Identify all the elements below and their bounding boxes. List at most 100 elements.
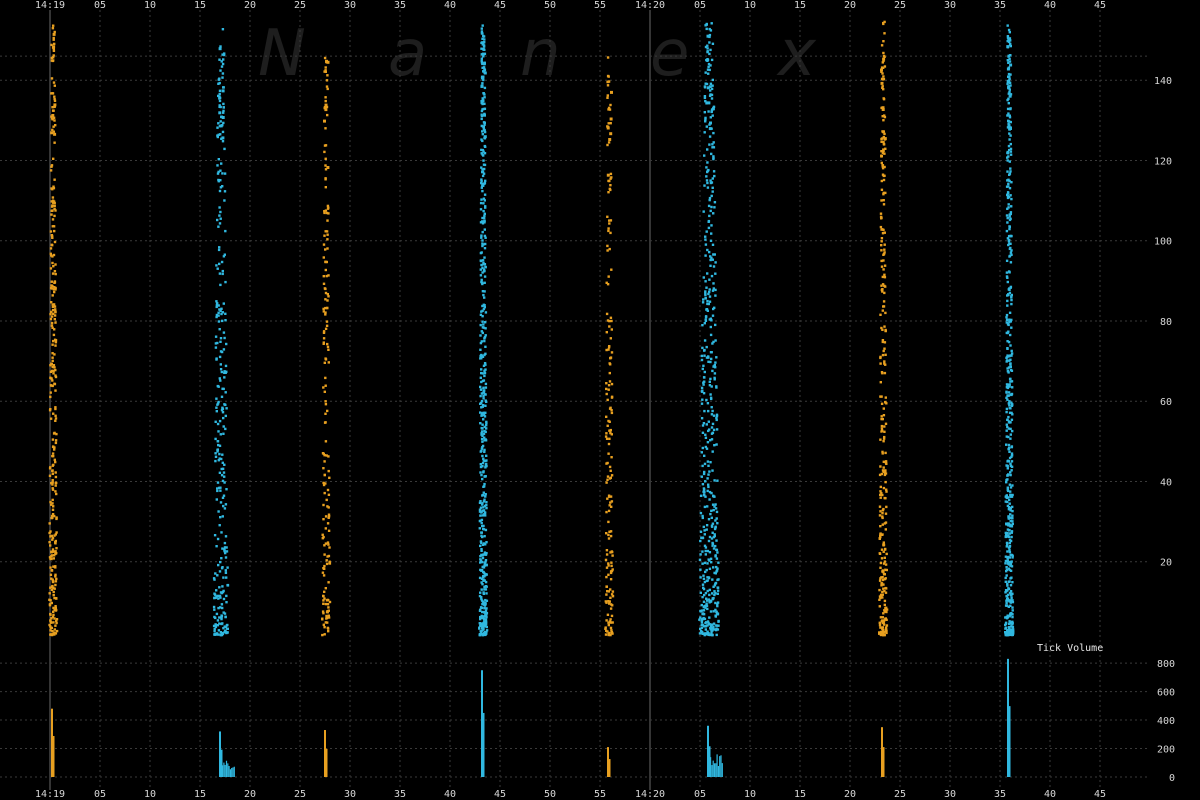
price-point [716,592,719,595]
price-point [879,532,882,535]
price-point [611,550,614,554]
price-point [481,99,485,103]
price-point [327,455,330,458]
price-point [481,230,484,234]
price-point [479,348,482,351]
price-point [214,346,218,349]
price-point [323,590,326,593]
price-point [606,94,609,97]
price-point [1011,615,1014,619]
price-point [481,239,484,242]
price-point [216,481,220,484]
price-point [51,356,54,359]
price-point [607,229,610,233]
price-point [707,558,710,561]
price-point [53,596,56,600]
price-point [51,106,54,109]
price-point [218,328,221,331]
volume-bar [324,730,326,777]
price-point [220,457,223,461]
tick-chart: Nanex 14:1914:19050510101515202025253030… [0,0,1175,800]
price-point [1006,98,1009,102]
price-point [707,485,710,489]
price-point [884,469,887,472]
price-point [609,571,613,575]
price-point [51,272,55,275]
price-point [607,442,611,446]
price-point [883,556,886,559]
price-point [217,563,220,567]
price-point [48,467,52,470]
price-point [53,281,56,284]
price-point [322,599,325,602]
price-point [216,218,219,222]
price-point [610,382,614,386]
price-point [708,250,711,254]
price-point [701,617,704,621]
price-point [223,190,227,193]
price-point [715,557,719,560]
x-tick-label-top: 35 [994,0,1006,11]
price-point [1005,275,1009,278]
price-point [608,380,612,383]
price-point [218,189,222,193]
price-point [52,369,55,373]
price-point [1006,114,1009,117]
price-point [216,384,219,388]
price-point [483,212,486,215]
price-point [223,475,226,478]
price-point [883,231,886,234]
price-point [51,472,54,475]
price-point [609,406,612,409]
price-point [480,117,483,121]
price-point [480,75,484,78]
price-point [702,276,705,279]
price-point [484,179,487,182]
price-point [1007,28,1011,32]
price-point [323,390,326,393]
price-point [218,308,221,311]
price-point [482,41,486,44]
price-point [610,632,614,635]
price-point [705,597,708,600]
price-point [484,585,487,588]
price-point [225,488,228,491]
price-point [700,386,704,390]
volume-bar [707,725,709,777]
price-point [481,184,484,187]
price-point [220,614,224,618]
price-point [50,284,53,287]
price-point [608,371,611,375]
price-point [879,525,882,528]
price-point [51,379,54,382]
price-point [1008,291,1012,295]
price-point [483,135,487,139]
price-point [221,72,225,75]
price-point [605,392,608,396]
price-point [1009,590,1013,593]
price-point [49,599,52,602]
price-point [1006,355,1009,359]
price-point [484,363,487,366]
price-point [714,294,717,297]
price-point [55,618,59,621]
price-point [1004,580,1007,583]
price-point [606,478,609,481]
price-point [218,524,221,527]
price-point [606,56,610,59]
price-point [710,232,713,235]
price-point [326,345,330,349]
price-point [1008,225,1011,228]
price-point [54,341,58,344]
price-point [225,370,228,373]
price-point [705,230,708,233]
price-point [715,624,718,627]
price-point [480,588,483,591]
price-point [706,58,710,62]
price-point [1010,525,1014,528]
price-point [484,368,487,371]
price-point [49,247,53,250]
price-point [880,371,884,374]
price-point [714,544,717,548]
price-point [221,89,225,93]
